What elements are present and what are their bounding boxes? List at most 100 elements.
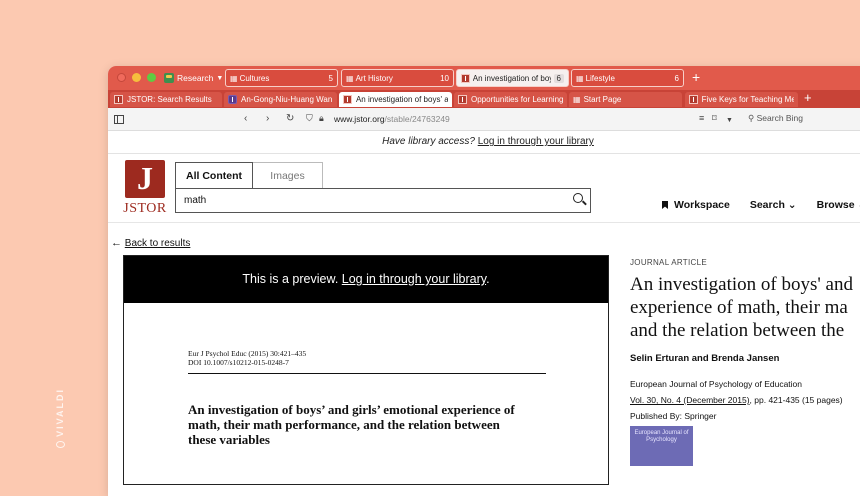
paper-title: An investigation of boys’ and girls’ emo… bbox=[188, 402, 515, 447]
tab-label: An-Gong-Niu-Huang Wan bbox=[241, 95, 333, 104]
workspace-label: Research bbox=[177, 73, 214, 83]
paper-citation: Eur J Psychol Educ (2015) 30:421–435 bbox=[188, 349, 307, 358]
journal-cover-text: European Journal of Psychology bbox=[634, 430, 689, 443]
journal-cover-image[interactable]: European Journal of Psychology bbox=[630, 426, 693, 466]
paper-divider bbox=[188, 373, 546, 374]
tab-label: Opportunities for Learning bbox=[470, 95, 563, 104]
address-bar: ‹ › ↻ ⛉ 🔒︎ www.jstor.org/stable/24763249… bbox=[108, 108, 860, 131]
chevron-down-icon[interactable]: ▼ bbox=[726, 115, 733, 126]
vivaldi-wordmark: VIVALDI bbox=[55, 388, 65, 437]
jstor-favicon-icon bbox=[689, 95, 698, 104]
jstor-emblem-icon bbox=[125, 160, 165, 198]
tab-all-content[interactable]: All Content bbox=[175, 162, 253, 188]
url-path: /stable/24763249 bbox=[384, 114, 450, 124]
article-authors: Selin Erturan and Brenda Jansen bbox=[630, 353, 780, 364]
tab-stack-art-history[interactable]: ▦ Art History 10 bbox=[341, 69, 454, 87]
bookmark-icon[interactable]: ⌑ bbox=[712, 113, 717, 124]
tab-stack-icon: ▦ bbox=[346, 73, 354, 83]
tab-an-gong-niu-huang[interactable]: An-Gong-Niu-Huang Wan bbox=[224, 92, 337, 107]
back-link-label: Back to results bbox=[124, 238, 191, 249]
browse-nav-menu[interactable]: Browse ⌄ bbox=[817, 199, 860, 211]
library-login-link[interactable]: Log in through your library bbox=[478, 136, 594, 147]
minimize-window-icon[interactable] bbox=[132, 73, 141, 82]
jstor-favicon-icon bbox=[343, 95, 352, 104]
search-value: math bbox=[184, 195, 207, 206]
browser-window: Research ▼ ▦ Cultures 5 ▦ Art History 10… bbox=[108, 66, 860, 496]
tab-images[interactable]: Images bbox=[253, 162, 323, 188]
article-metadata: JOURNAL ARTICLE An investigation of boys… bbox=[630, 255, 860, 466]
tab-count: 6 bbox=[674, 73, 679, 83]
workspace-label: Workspace bbox=[674, 199, 730, 211]
preview-banner: This is a preview. Log in through your l… bbox=[124, 256, 608, 303]
tab-label: Start Page bbox=[583, 95, 622, 104]
preview-login-link[interactable]: Log in through your library bbox=[342, 272, 486, 286]
tab-stack-active[interactable]: An investigation of boy 6 bbox=[456, 69, 569, 87]
article-title-line: and the relation between the bbox=[630, 320, 845, 341]
start-page-icon: ▦ bbox=[573, 95, 581, 104]
article-preview: This is a preview. Log in through your l… bbox=[123, 255, 609, 485]
tab-count: 5 bbox=[328, 73, 333, 83]
tab-bar: Research ▼ ▦ Cultures 5 ▦ Art History 10… bbox=[108, 66, 860, 90]
back-to-results-link[interactable]: ← Back to results bbox=[111, 237, 190, 249]
preview-banner-text: This is a preview. bbox=[242, 272, 339, 286]
search-icon[interactable] bbox=[573, 193, 583, 203]
shield-icon[interactable]: ⛉ bbox=[306, 113, 313, 124]
window-controls bbox=[117, 73, 156, 82]
vivaldi-brand: VIVALDI bbox=[53, 388, 67, 448]
paper-doi: DOI 10.1007/s10212-015-0248-7 bbox=[188, 358, 289, 367]
vivaldi-logo-icon bbox=[55, 440, 65, 448]
search-icon: ⚲ bbox=[748, 113, 755, 123]
reload-icon[interactable]: ↻ bbox=[286, 113, 294, 124]
search-input[interactable]: math bbox=[175, 188, 591, 213]
jstor-wordmark: JSTOR bbox=[123, 201, 167, 216]
new-tab-button[interactable]: + bbox=[692, 69, 700, 85]
volume-issue-link[interactable]: Vol. 30, No. 4 (December 2015) bbox=[630, 395, 750, 405]
tab-stack-label: Cultures bbox=[239, 73, 270, 83]
tab-stack-cultures[interactable]: ▦ Cultures 5 bbox=[225, 69, 338, 87]
jstor-favicon-icon bbox=[461, 73, 470, 83]
workspace-switcher[interactable]: Research ▼ bbox=[164, 71, 223, 85]
close-window-icon[interactable] bbox=[117, 73, 126, 82]
maximize-window-icon[interactable] bbox=[147, 73, 156, 82]
tab-start-page[interactable]: ▦ Start Page bbox=[569, 92, 682, 107]
library-access-bar: Have library access? Log in through your… bbox=[108, 131, 860, 154]
workspace-icon bbox=[164, 73, 174, 83]
publisher: Published By: Springer bbox=[630, 411, 717, 421]
paper-page: Eur J Psychol Educ (2015) 30:421–435 DOI… bbox=[124, 303, 608, 447]
substack-tab-bar: JSTOR: Search Results An-Gong-Niu-Huang … bbox=[108, 90, 860, 108]
tab-jstor-search[interactable]: JSTOR: Search Results bbox=[110, 92, 222, 107]
article-title-line: experience of math, their ma bbox=[630, 297, 848, 318]
tab-stack-label: Lifestyle bbox=[585, 73, 615, 83]
url-field[interactable]: www.jstor.org/stable/24763249 bbox=[334, 114, 450, 124]
reader-icon[interactable]: ≡ bbox=[699, 113, 704, 124]
tab-stack-label: An investigation of boy bbox=[472, 73, 551, 83]
search-nav-menu[interactable]: Search ⌄ bbox=[750, 199, 797, 211]
search-field[interactable]: ⚲ Search Bing bbox=[748, 113, 803, 124]
tab-label: Five Keys for Teaching Mer bbox=[701, 95, 794, 104]
bookmark-icon bbox=[662, 201, 668, 209]
tab-five-keys[interactable]: Five Keys for Teaching Mer bbox=[685, 92, 798, 107]
workspace-nav-link[interactable]: Workspace bbox=[662, 199, 730, 211]
content-type-label: JOURNAL ARTICLE bbox=[630, 258, 707, 267]
chevron-down-icon: ▼ bbox=[216, 74, 224, 82]
search-placeholder: Search Bing bbox=[756, 113, 803, 123]
url-domain: www.jstor.org bbox=[334, 114, 385, 124]
search-nav-label: Search bbox=[749, 199, 785, 211]
tab-active-article[interactable]: An investigation of boys' a bbox=[339, 92, 452, 107]
jstor-favicon-icon bbox=[114, 95, 123, 104]
page-range: , pp. 421-435 (15 pages) bbox=[749, 395, 843, 405]
new-tab-button[interactable]: + bbox=[804, 90, 812, 106]
lock-icon[interactable]: 🔒︎ bbox=[319, 113, 324, 124]
tab-stack-lifestyle[interactable]: ▦ Lifestyle 6 bbox=[571, 69, 684, 87]
back-arrow-icon[interactable]: ‹ bbox=[244, 113, 247, 124]
jstor-logo[interactable]: JSTOR bbox=[122, 160, 168, 218]
page-content: Have library access? Log in through your… bbox=[108, 131, 860, 485]
forward-arrow-icon[interactable]: › bbox=[266, 113, 269, 124]
tab-stack-icon: ▦ bbox=[230, 73, 238, 83]
page-favicon-icon bbox=[228, 95, 237, 104]
tab-label: JSTOR: Search Results bbox=[127, 95, 212, 104]
tab-label: An investigation of boys' a bbox=[355, 95, 448, 104]
panel-toggle-icon[interactable] bbox=[114, 115, 124, 124]
tab-opportunities[interactable]: Opportunities for Learning bbox=[454, 92, 567, 107]
tab-count: 10 bbox=[440, 73, 449, 83]
